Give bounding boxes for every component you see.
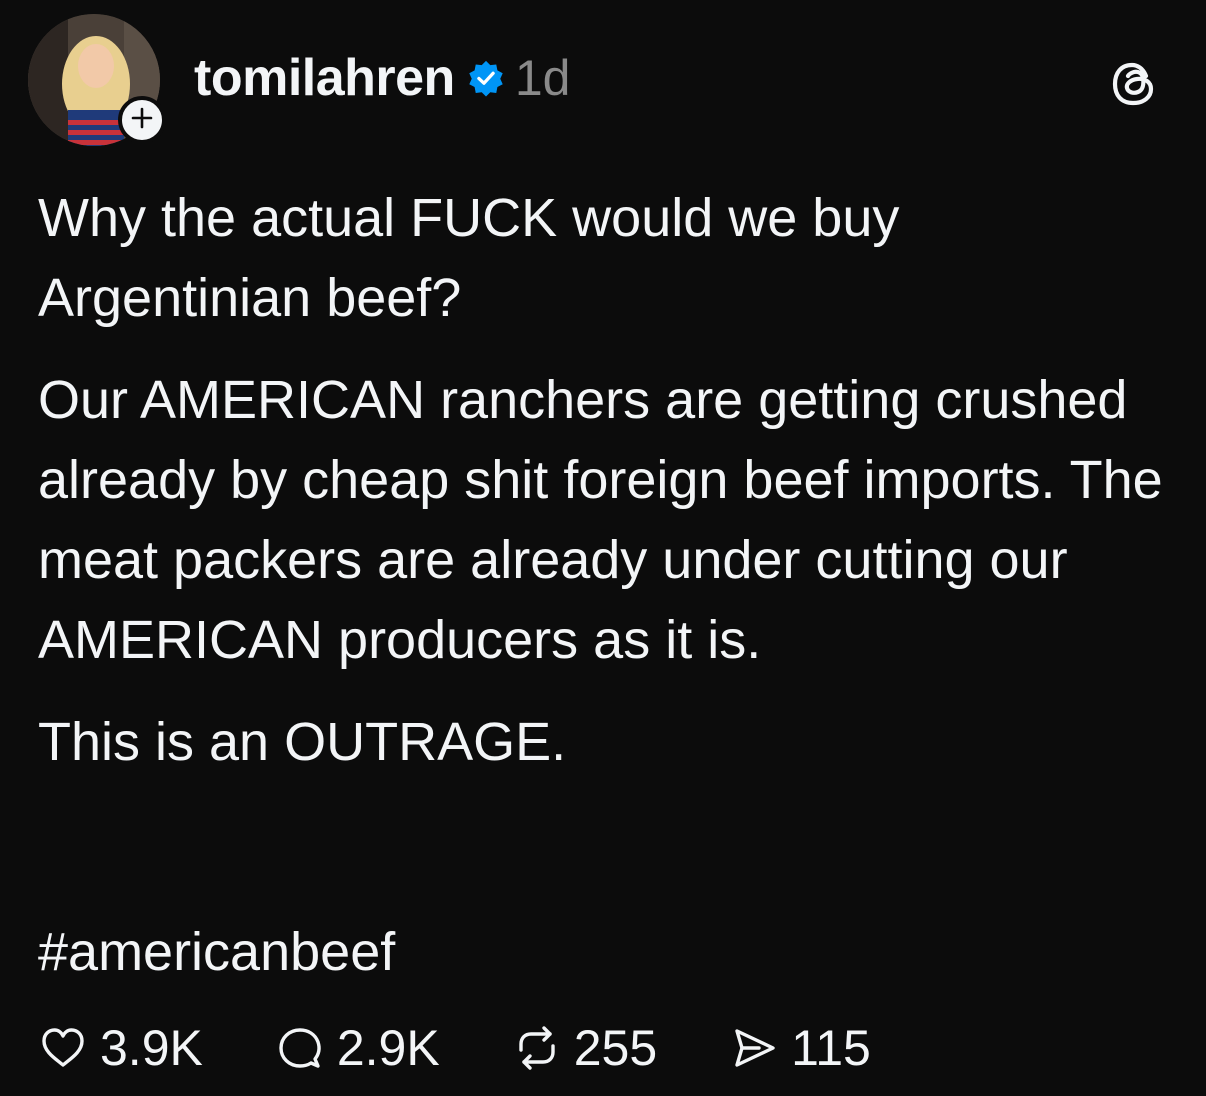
post-time: 1d xyxy=(514,50,571,106)
post-paragraph: Why the actual FUCK would we buy Argenti… xyxy=(38,188,900,328)
follow-button[interactable] xyxy=(118,96,166,144)
reply-button[interactable]: 2.9K xyxy=(275,1019,440,1077)
plus-icon xyxy=(131,107,153,134)
verified-badge-icon xyxy=(467,59,505,97)
action-bar: 3.9K 2.9K 255 115 xyxy=(38,1010,943,1086)
repost-button[interactable]: 255 xyxy=(512,1019,657,1077)
threads-logo-icon[interactable] xyxy=(1108,58,1160,110)
like-button[interactable]: 3.9K xyxy=(38,1019,203,1077)
reply-count: 2.9K xyxy=(336,1020,440,1076)
comment-icon xyxy=(275,1023,325,1073)
share-button[interactable]: 115 xyxy=(729,1019,871,1077)
avatar-container[interactable] xyxy=(28,14,166,146)
heart-icon xyxy=(38,1023,88,1073)
post-header: tomilahren 1d xyxy=(194,46,570,110)
username[interactable]: tomilahren xyxy=(194,48,455,108)
repost-icon xyxy=(512,1023,562,1073)
like-count: 3.9K xyxy=(100,1020,203,1076)
post-paragraph: This is an OUTRAGE. xyxy=(38,712,567,772)
repost-count: 255 xyxy=(573,1020,658,1076)
post-body: Why the actual FUCK would we buy Argenti… xyxy=(38,178,1178,782)
post-paragraph: Our AMERICAN ranchers are getting crushe… xyxy=(38,370,1163,670)
hashtag-link[interactable]: #americanbeef xyxy=(38,912,395,992)
share-count: 115 xyxy=(791,1020,871,1076)
send-icon xyxy=(729,1023,779,1073)
